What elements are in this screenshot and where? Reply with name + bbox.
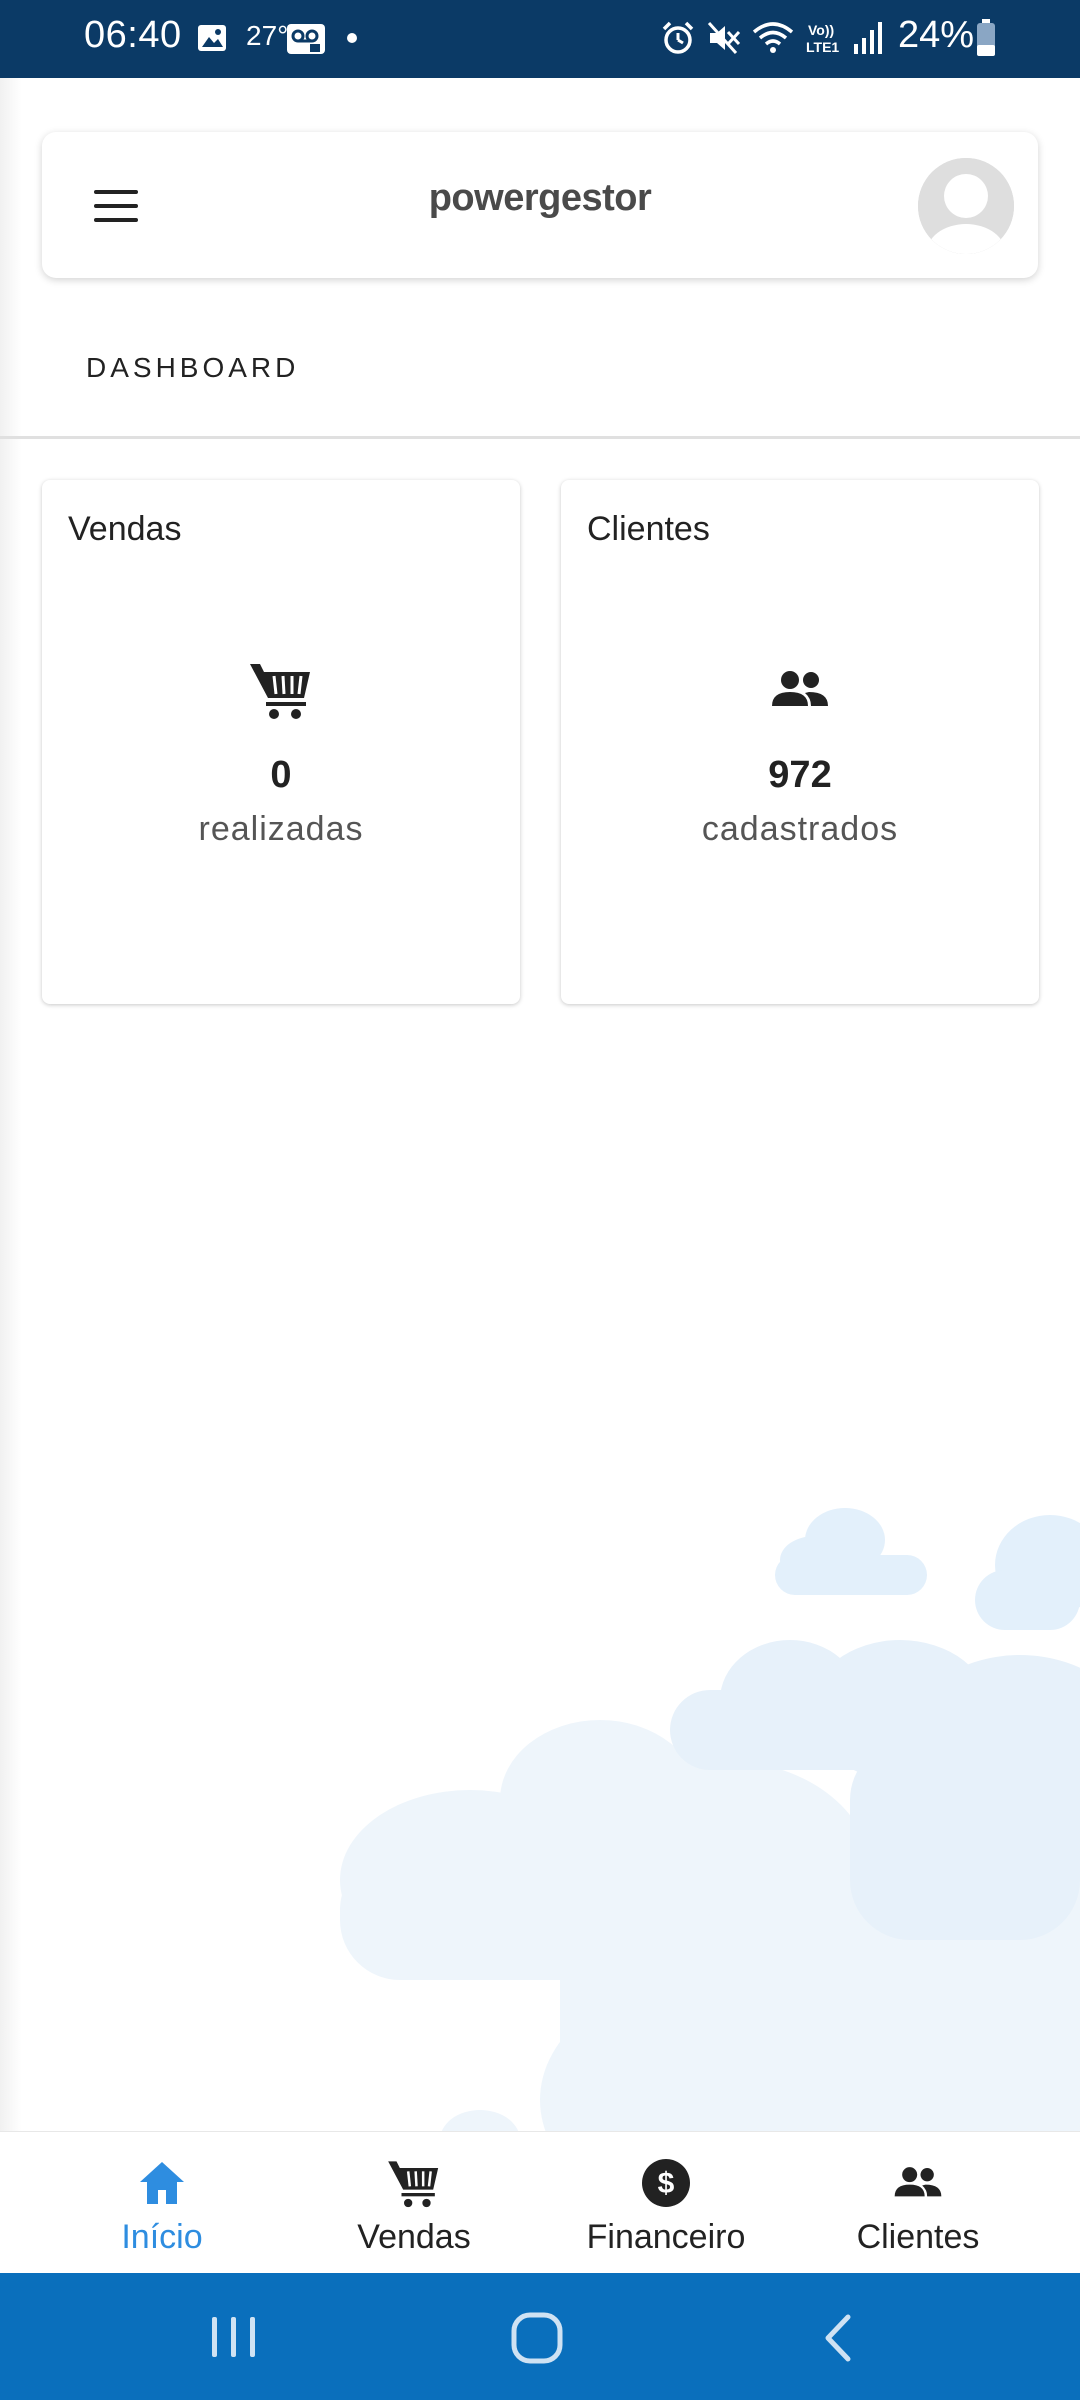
home-icon bbox=[27, 2158, 297, 2211]
status-time: 06:40 bbox=[84, 14, 182, 56]
card-title: Clientes bbox=[587, 510, 710, 548]
nav-label: Financeiro bbox=[586, 2218, 746, 2256]
cart-icon bbox=[279, 2158, 549, 2213]
wifi-icon bbox=[752, 22, 794, 53]
voicemail-icon bbox=[287, 24, 325, 54]
nav-item-inicio[interactable]: Início bbox=[27, 2132, 297, 2274]
dot-icon bbox=[347, 33, 357, 43]
mute-icon bbox=[707, 21, 741, 55]
people-icon bbox=[783, 2158, 1053, 2213]
volte-icon: Vo)) LTE1 bbox=[806, 22, 839, 55]
dollar-icon: $ bbox=[531, 2158, 801, 2213]
battery-icon bbox=[977, 19, 995, 56]
sales-caption: realizadas bbox=[198, 810, 364, 848]
nav-item-financeiro[interactable]: $ Financeiro bbox=[531, 2132, 801, 2274]
brand-logo: powergestor bbox=[428, 177, 652, 219]
sales-count: 0 bbox=[270, 754, 292, 796]
signal-icon bbox=[854, 22, 882, 54]
nav-label: Início bbox=[121, 2218, 203, 2256]
clients-caption: cadastrados bbox=[701, 810, 899, 848]
bottom-navigation: Início Vendas $ Financeiro Clientes bbox=[0, 2131, 1080, 2273]
card-title: Vendas bbox=[68, 510, 182, 548]
image-icon bbox=[198, 25, 226, 51]
status-bar: 06:40 27° Vo)) LTE1 24% bbox=[0, 0, 1080, 78]
home-button-icon[interactable] bbox=[510, 2311, 564, 2365]
nav-label: Clientes bbox=[856, 2218, 980, 2256]
svg-text:Vo)): Vo)) bbox=[808, 22, 834, 38]
clients-card[interactable]: Clientes 972 cadastrados bbox=[561, 480, 1039, 1004]
page-title: DASHBOARD bbox=[86, 352, 300, 383]
sales-card[interactable]: Vendas 0 realizadas bbox=[42, 480, 520, 1004]
status-temperature: 27° bbox=[246, 20, 289, 51]
svg-text:LTE1: LTE1 bbox=[806, 39, 839, 55]
status-battery: 24% bbox=[898, 14, 975, 56]
system-navigation-bar bbox=[0, 2273, 1080, 2400]
user-avatar-icon[interactable] bbox=[918, 158, 1014, 254]
svg-text:$: $ bbox=[658, 2167, 675, 2200]
nav-item-vendas[interactable]: Vendas bbox=[279, 2132, 549, 2274]
cart-icon bbox=[42, 660, 520, 725]
alarm-icon bbox=[662, 21, 694, 54]
cloud-background-illustration bbox=[340, 1508, 1080, 2131]
people-icon bbox=[561, 660, 1039, 725]
nav-label: Vendas bbox=[357, 2218, 471, 2256]
clients-count: 972 bbox=[768, 754, 832, 796]
recents-icon[interactable] bbox=[206, 2313, 262, 2361]
nav-item-clientes[interactable]: Clientes bbox=[783, 2132, 1053, 2274]
app-header: powergestor bbox=[42, 132, 1038, 278]
back-icon[interactable] bbox=[818, 2311, 858, 2365]
divider bbox=[0, 436, 1080, 439]
